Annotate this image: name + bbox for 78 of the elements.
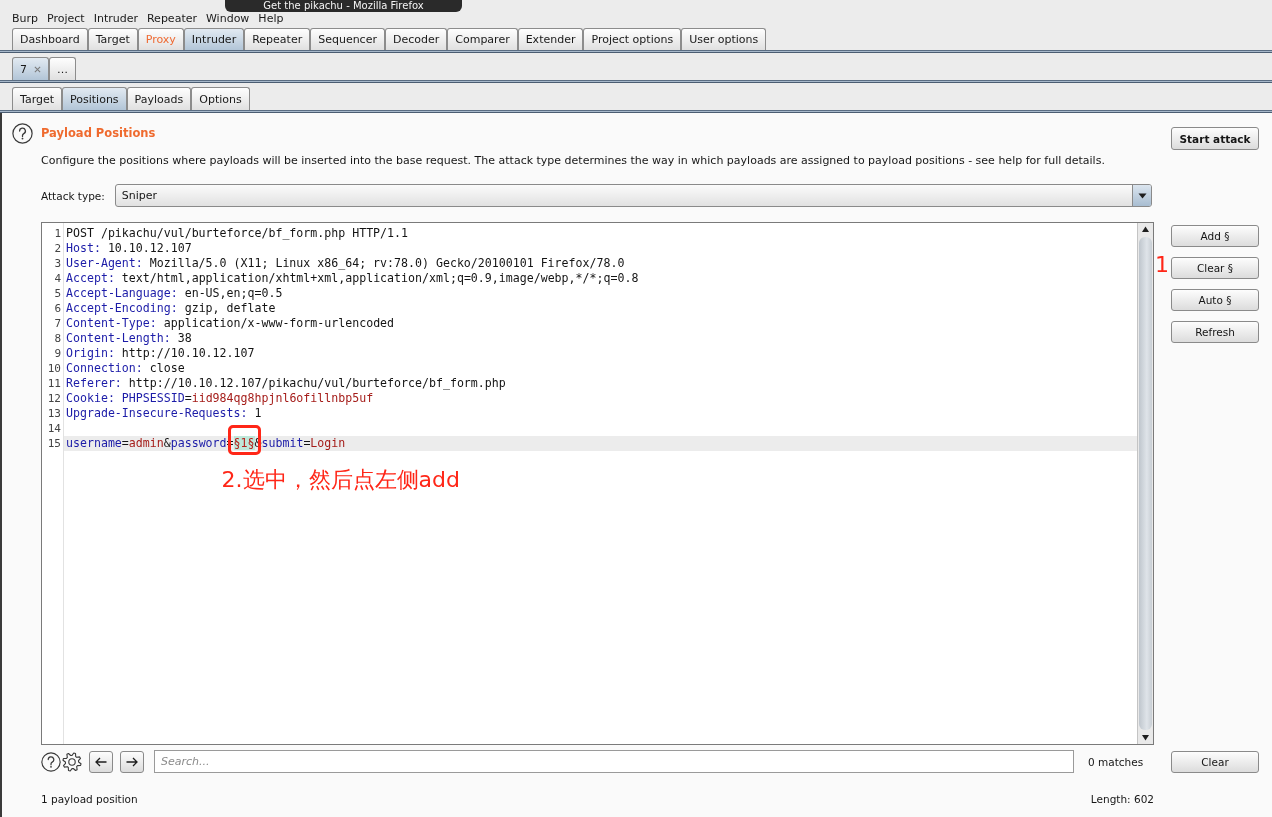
code-line: Content-Length: 38 bbox=[65, 331, 193, 346]
attack-type-label: Attack type: bbox=[41, 189, 105, 202]
tab[interactable]: Project options bbox=[583, 28, 682, 50]
tab[interactable]: Extender bbox=[517, 28, 584, 50]
code-line: Host: 10.10.12.107 bbox=[65, 241, 193, 256]
line-number: 13 bbox=[46, 406, 62, 421]
right-arrow-icon bbox=[125, 755, 139, 768]
tab[interactable]: … bbox=[49, 57, 76, 80]
line-number: 15 bbox=[46, 436, 62, 451]
start-attack-button[interactable]: Start attack bbox=[1171, 127, 1259, 150]
line-number: 6 bbox=[53, 301, 62, 316]
code-line: Accept-Encoding: gzip, deflate bbox=[65, 301, 277, 316]
tab[interactable]: Options bbox=[191, 87, 250, 110]
annotation-note: 2.选中，然后点左侧add bbox=[221, 466, 460, 494]
back-button[interactable] bbox=[89, 750, 113, 773]
refresh-button[interactable]: Refresh bbox=[1171, 321, 1259, 343]
search-field[interactable]: Search... bbox=[154, 750, 1074, 773]
request-length: Length: 602 bbox=[1090, 792, 1154, 806]
tab[interactable]: 7 bbox=[12, 57, 49, 80]
forward-button[interactable] bbox=[120, 750, 144, 773]
code-line: Cookie: PHPSESSID=iid984qg8hpjnl6ofillnbp5uf bbox=[65, 391, 375, 406]
line-number: 11 bbox=[46, 376, 62, 391]
menu-item[interactable]: Burp bbox=[12, 12, 39, 25]
tab[interactable]: Comparer bbox=[447, 28, 518, 50]
line-number: 7 bbox=[53, 316, 62, 331]
tab[interactable]: Positions bbox=[62, 87, 127, 110]
tab[interactable]: Decoder bbox=[384, 28, 448, 50]
add-marker-button[interactable]: Add § bbox=[1171, 225, 1259, 247]
tab[interactable]: Sequencer bbox=[310, 28, 385, 50]
tab[interactable]: Repeater bbox=[244, 28, 311, 50]
payload-count: 1 payload position bbox=[41, 792, 138, 806]
settings-icon[interactable] bbox=[62, 751, 82, 772]
menu-item[interactable]: Repeater bbox=[146, 12, 197, 25]
auto-markers-button[interactable]: Auto § bbox=[1171, 289, 1259, 311]
clear-markers-button[interactable]: Clear § bbox=[1171, 257, 1259, 279]
code-line: Origin: http://10.10.12.107 bbox=[65, 346, 256, 361]
request-editor[interactable] bbox=[41, 222, 1154, 745]
clear-button[interactable]: Clear bbox=[1171, 751, 1259, 773]
line-number: 14 bbox=[46, 421, 62, 436]
line-number: 9 bbox=[53, 346, 62, 361]
line-number: 3 bbox=[53, 256, 62, 271]
code-line: Accept-Language: en-US,en;q=0.5 bbox=[65, 286, 284, 301]
match-count: 0 matches bbox=[1088, 755, 1144, 768]
annotation-number: 1 bbox=[1154, 253, 1170, 277]
line-number: 8 bbox=[53, 331, 62, 346]
tab[interactable]: Target bbox=[12, 87, 63, 110]
section-title: Payload Positions bbox=[41, 126, 157, 140]
scrollbar-thumb[interactable] bbox=[1139, 237, 1152, 730]
menu-item[interactable]: Project bbox=[47, 12, 85, 25]
menu-item[interactable]: Window bbox=[206, 12, 250, 25]
tab[interactable]: Intruder bbox=[183, 28, 245, 50]
tab[interactable]: Dashboard bbox=[12, 28, 88, 50]
line-number: 2 bbox=[53, 241, 62, 256]
help-icon[interactable] bbox=[41, 751, 61, 772]
code-line: Accept: text/html,application/xhtml+xml,application/xml;q=0.9,image/webp,*/*;q=0.8 bbox=[65, 271, 640, 286]
line-number: 12 bbox=[46, 391, 62, 406]
tab[interactable]: User options bbox=[681, 28, 767, 50]
scrollbar[interactable] bbox=[1137, 223, 1153, 744]
tab[interactable]: Target bbox=[87, 28, 138, 50]
help-icon[interactable] bbox=[12, 123, 33, 144]
code-line: User-Agent: Mozilla/5.0 (X11; Linux x86_64; rv:78.0) Gecko/20100101 Firefox/78.0 bbox=[65, 256, 626, 271]
line-number: 4 bbox=[53, 271, 62, 286]
code-line: Content-Type: application/x-www-form-urlencoded bbox=[65, 316, 396, 331]
code-line: Connection: close bbox=[65, 361, 186, 376]
attack-type-select[interactable]: Sniper bbox=[114, 184, 1152, 207]
line-number: 1 bbox=[53, 226, 62, 241]
menu-item[interactable]: Help bbox=[258, 12, 284, 25]
code-line: Upgrade-Insecure-Requests: 1 bbox=[65, 406, 263, 421]
code-line: POST /pikachu/vul/burteforce/bf_form.php HTTP/1.1 bbox=[65, 226, 410, 241]
menu-item[interactable]: Intruder bbox=[93, 12, 138, 25]
line-number: 5 bbox=[53, 286, 62, 301]
close-icon[interactable] bbox=[34, 65, 41, 73]
code-line: Referer: http://10.10.12.107/pikachu/vul/burteforce/bf_form.php bbox=[65, 376, 507, 391]
tab[interactable]: Payloads bbox=[126, 87, 192, 110]
left-arrow-icon bbox=[94, 755, 108, 768]
line-number: 10 bbox=[46, 361, 62, 376]
description-text: Configure the positions where payloads will be inserted into the base request. The attack type determines the way in which payloads are assigned to payload positions - see help for full details. bbox=[41, 154, 1106, 168]
window-tooltip: Get the pikachu - Mozilla Firefox bbox=[225, 0, 462, 12]
